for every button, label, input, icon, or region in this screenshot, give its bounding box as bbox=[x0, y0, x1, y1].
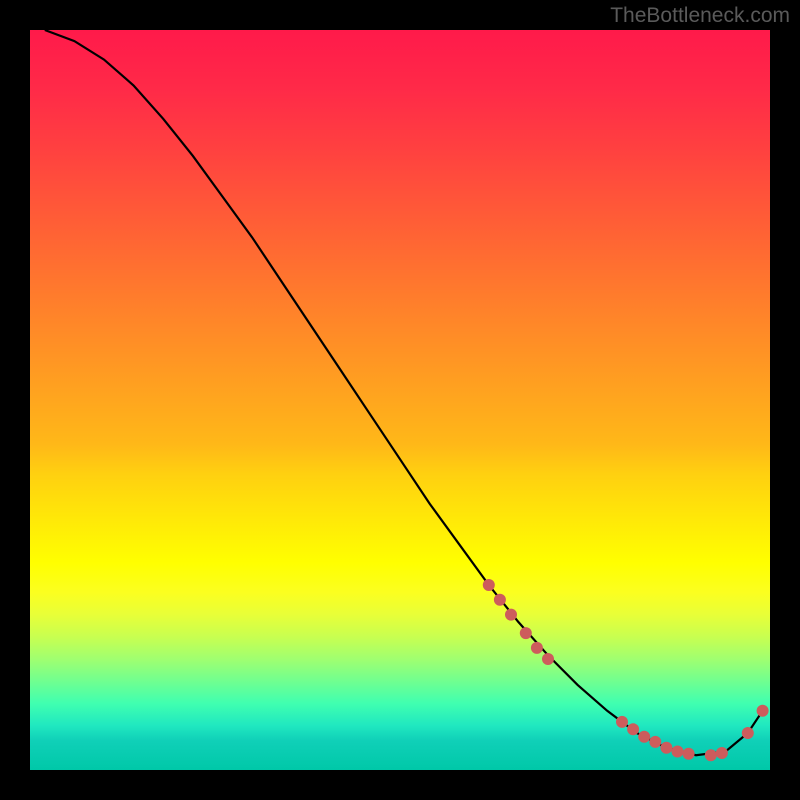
data-point-marker bbox=[627, 723, 639, 735]
watermark-text: TheBottleneck.com bbox=[610, 4, 790, 28]
plot-area bbox=[30, 30, 770, 770]
data-point-marker bbox=[494, 594, 506, 606]
data-point-marker bbox=[742, 727, 754, 739]
data-markers bbox=[483, 579, 769, 761]
chart-svg bbox=[30, 30, 770, 770]
data-point-marker bbox=[660, 742, 672, 754]
data-point-marker bbox=[505, 609, 517, 621]
data-point-marker bbox=[638, 731, 650, 743]
data-point-marker bbox=[672, 746, 684, 758]
data-point-marker bbox=[757, 705, 769, 717]
data-point-marker bbox=[716, 747, 728, 759]
data-point-marker bbox=[683, 748, 695, 760]
data-point-marker bbox=[531, 642, 543, 654]
data-point-marker bbox=[542, 653, 554, 665]
data-point-marker bbox=[520, 627, 532, 639]
data-point-marker bbox=[649, 736, 661, 748]
data-point-marker bbox=[483, 579, 495, 591]
bottleneck-curve bbox=[45, 30, 763, 755]
data-point-marker bbox=[616, 716, 628, 728]
data-point-marker bbox=[705, 749, 717, 761]
